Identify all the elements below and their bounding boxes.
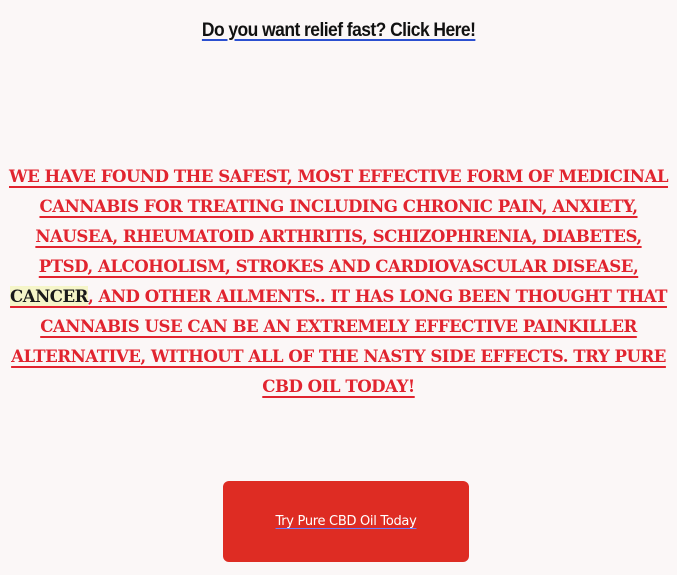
body-text-part2[interactable]: , and other ailments.. It has long been …	[11, 286, 667, 396]
headline-container: Do you want relief fast? Click Here!	[0, 20, 677, 42]
landing-page: Do you want relief fast? Click Here! We …	[0, 0, 677, 575]
relief-link[interactable]: Do you want relief fast? Click Here!	[202, 20, 476, 42]
try-cbd-oil-button[interactable]: Try Pure CBD Oil Today	[223, 481, 469, 562]
cta-button-label[interactable]: Try Pure CBD Oil Today	[276, 514, 417, 529]
body-text-part1[interactable]: We have found the safest, most effective…	[9, 166, 668, 276]
body-paragraph[interactable]: We have found the safest, most effective…	[6, 161, 671, 401]
highlighted-word[interactable]: cancer	[10, 286, 88, 306]
